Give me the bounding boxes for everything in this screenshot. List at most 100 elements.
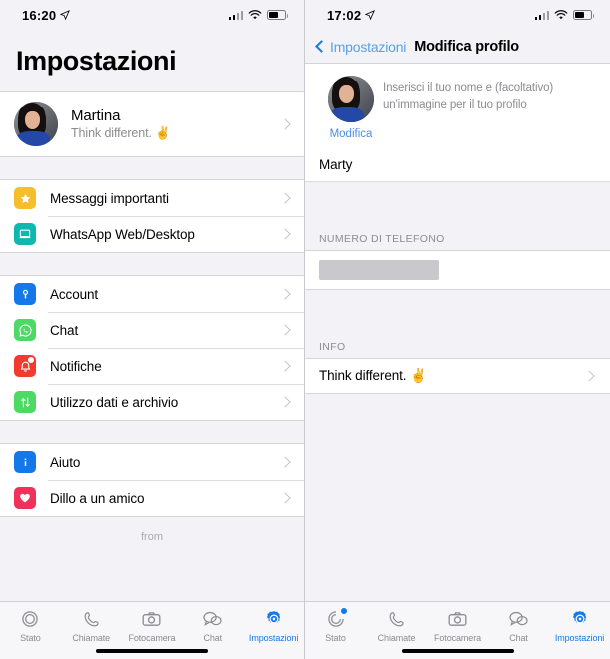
tab-label: Chiamate [377,633,416,643]
edit-description: Inserisci il tuo nome e (facoltativo) un… [383,82,554,111]
home-indicator [401,649,514,653]
sidebar-item-label: Aiuto [50,454,81,470]
back-button[interactable]: Impostazioni [315,39,406,55]
info-value: Think different. ✌️ [319,368,427,383]
nav-bar: Impostazioni Modifica profilo [305,30,610,64]
phone-section-header: NUMERO DI TELEFONO [305,217,610,250]
status-time: 17:02 [327,7,362,23]
status-badge [340,608,347,614]
sidebar-item-label: Account [50,286,99,302]
tab-label: Fotocamera [433,633,482,643]
data-arrows-icon [14,391,36,413]
battery-icon [573,10,594,20]
status-time: 16:20 [22,7,57,23]
sidebar-item-whatsapp-web-desktop[interactable]: WhatsApp Web/Desktop [0,216,304,252]
profile-text: Martina Think different. ✌️ [71,107,281,141]
phone-icon [82,608,101,630]
signal-bars-icon [228,10,243,20]
sidebar-item-chat[interactable]: Chat [0,312,304,348]
status-rings-icon [20,608,40,630]
edit-photo-link[interactable]: Modifica [330,128,373,140]
tab-fotocamera[interactable]: Fotocamera [427,608,488,643]
section-gap [0,157,304,179]
info-icon [14,451,36,473]
chat-bubbles-icon [202,608,223,630]
sidebar-item-label: Messaggi importanti [50,190,169,206]
tab-label: Impostazioni [248,633,299,643]
redacted-phone-number [319,260,439,280]
avatar-edit-group[interactable]: Modifica [319,76,383,140]
whatsapp-icon [14,319,36,341]
home-indicator [96,649,208,653]
avatar[interactable] [328,76,374,122]
avatar [14,102,58,146]
page-title: Impostazioni [0,30,304,91]
chevron-right-icon [279,324,291,336]
tab-impostazioni[interactable]: Impostazioni [243,608,304,643]
sidebar-item-label: Utilizzo dati e archivio [50,394,179,410]
edit-profile-header: Modifica Inserisci il tuo nome e (facolt… [305,64,610,148]
section-gap [305,182,610,217]
signal-bars-icon [534,10,549,20]
chevron-right-icon [279,118,291,130]
tab-label: Chiamate [72,633,111,643]
phone-number-row[interactable] [305,250,610,290]
status-time-group: 17:02 [327,7,376,23]
camera-icon [141,608,162,630]
section-gap [305,290,610,325]
nav-title: Modifica profilo [414,38,519,55]
tab-fotocamera[interactable]: Fotocamera [122,608,183,643]
chevron-right-icon [279,192,291,204]
chevron-right-icon [583,370,595,382]
laptop-icon [14,223,36,245]
location-arrow-icon [365,10,376,20]
tab-chat[interactable]: Chat [182,608,243,643]
chevron-right-icon [279,288,291,300]
wifi-icon [248,9,262,19]
sidebar-item-label: Chat [50,322,79,338]
sidebar-item-utilizzo-dati-e-archivio[interactable]: Utilizzo dati e archivio [0,384,304,420]
name-field[interactable]: Marty [305,148,610,182]
sidebar-item-notifiche[interactable]: Notifiche [0,348,304,384]
tab-impostazioni[interactable]: Impostazioni [549,608,610,643]
right-screen-edit-profile: 17:02 Impostazioni Modifica profilo Modi… [305,0,610,659]
phone-icon [387,608,406,630]
wifi-icon [554,9,568,19]
tab-stato[interactable]: Stato [305,608,366,643]
gear-icon [570,608,590,630]
tab-chat[interactable]: Chat [488,608,549,643]
tab-chiamate[interactable]: Chiamate [61,608,122,643]
gear-icon [264,608,284,630]
sidebar-item-label: Dillo a un amico [50,490,145,506]
sidebar-item-account[interactable]: Account [0,276,304,312]
chevron-right-icon [279,360,291,372]
footer-note: from [0,517,304,601]
profile-row[interactable]: Martina Think different. ✌️ [0,92,304,156]
info-section-header: INFO [305,325,610,358]
chevron-right-icon [279,456,291,468]
status-indicators [534,9,594,21]
key-icon [14,283,36,305]
section-gap [0,253,304,275]
sidebar-item-aiuto[interactable]: Aiuto [0,444,304,480]
status-indicators [228,9,288,21]
camera-icon [447,608,468,630]
tab-stato[interactable]: Stato [0,608,61,643]
sidebar-item-messaggi-importanti[interactable]: Messaggi importanti [0,180,304,216]
tab-label: Stato [325,633,346,643]
tab-label: Stato [20,633,41,643]
profile-name: Martina [71,107,121,124]
tab-label: Chat [509,633,528,643]
star-icon [14,187,36,209]
info-row[interactable]: Think different. ✌️ [305,358,610,394]
heart-icon [14,487,36,509]
settings-group-1: Messaggi importanti WhatsApp Web/Desktop [0,179,304,253]
settings-group-2: Account Chat Notifiche Utilizzo dati e a… [0,275,304,421]
sidebar-item-label: WhatsApp Web/Desktop [50,226,195,242]
sidebar-item-dillo-a-un-amico[interactable]: Dillo a un amico [0,480,304,516]
settings-group-3: Aiuto Dillo a un amico [0,443,304,517]
tab-chiamate[interactable]: Chiamate [366,608,427,643]
location-arrow-icon [60,10,71,20]
sidebar-item-label: Notifiche [50,358,102,374]
section-gap [0,421,304,443]
